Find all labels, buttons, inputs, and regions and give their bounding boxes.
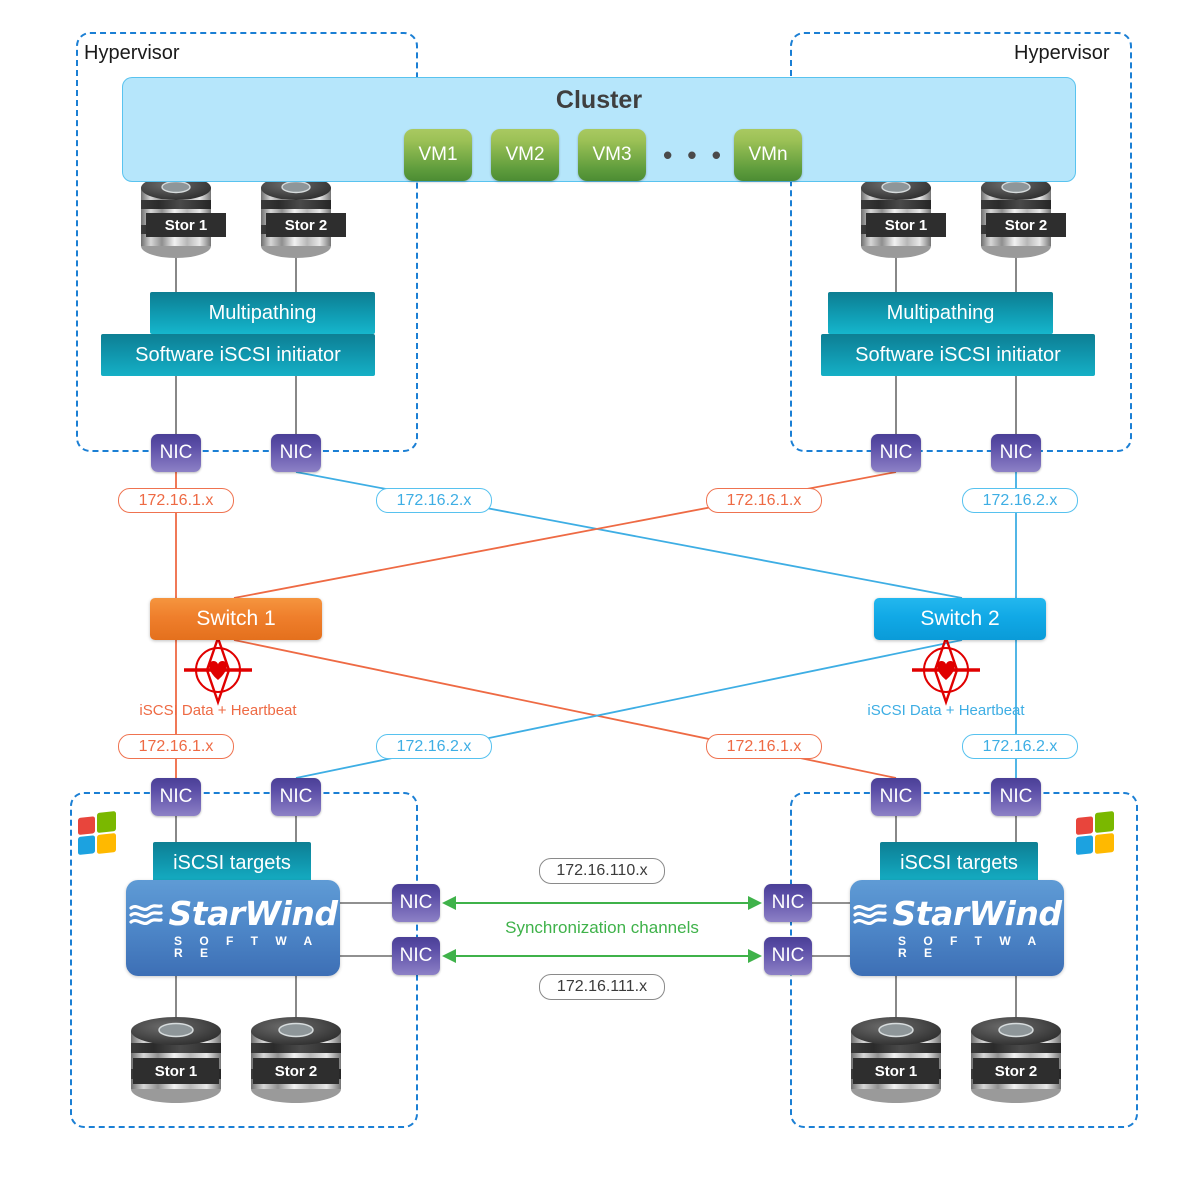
ip-label-lower-4: 172.16.2.x [962,734,1078,759]
ip-label-lower-3: 172.16.1.x [706,734,822,759]
storage-caption-sn-left-2: Stor 2 [253,1058,339,1084]
nic-sync-left-1[interactable]: NIC [392,884,440,922]
starwind-logo: StarWind S O F T W A R E [850,897,1064,959]
ip-label-lower-1: 172.16.1.x [118,734,234,759]
heartbeat-icon-left [184,634,252,706]
storage-caption-hv-right-1: Stor 1 [866,213,946,237]
multipathing-bar-left: Multipathing [150,292,375,334]
heartbeat-icon-right [912,634,980,706]
storage-label: Stor 2 [284,216,328,234]
ip-label-sync-top: 172.16.110.x [539,858,665,884]
vm-tile-3[interactable]: VM3 [578,129,646,181]
starwind-wordmark: StarWind [168,894,338,933]
storage-caption-hv-left-2: Stor 2 [266,213,346,237]
vm-ellipsis: • • • [663,139,725,170]
nic-sync-right-1[interactable]: NIC [764,884,812,922]
heartbeat-label-right: iSCSI Data + Heartbeat [867,702,1025,719]
nic-storage-right-2[interactable]: NIC [991,778,1041,816]
sync-channels-label: Synchronization channels [505,918,699,937]
starwind-subtitle: S O F T W A R E [174,934,319,960]
vm-tile-n[interactable]: VMn [734,129,802,181]
storage-label: Stor 2 [1004,216,1048,234]
storage-label: Stor 2 [274,1062,318,1080]
heartbeat-label-left: iSCSI Data + Heartbeat [139,702,297,719]
switch-2[interactable]: Switch 2 [874,598,1046,640]
ip-label-lower-2: 172.16.2.x [376,734,492,759]
storage-caption-hv-right-2: Stor 2 [986,213,1066,237]
iscsi-initiator-bar-right: Software iSCSI initiator [821,334,1095,376]
storage-label: Stor 1 [884,216,928,234]
starwind-logo: StarWind S O F T W A R E [126,897,340,959]
switch-1[interactable]: Switch 1 [150,598,322,640]
nic-storage-left-1[interactable]: NIC [151,778,201,816]
storage-caption-sn-right-2: Stor 2 [973,1058,1059,1084]
iscsi-targets-bar-right: iSCSI targets [880,842,1038,884]
iscsi-targets-bar-left: iSCSI targets [153,842,311,884]
multipathing-bar-right: Multipathing [828,292,1053,334]
diagram-canvas: Hypervisor Hypervisor Cluster VM1 VM2 VM… [0,0,1196,1197]
vm-tile-1[interactable]: VM1 [404,129,472,181]
storage-label: Stor 2 [994,1062,1038,1080]
starwind-wordmark: StarWind [892,894,1062,933]
iscsi-initiator-bar-left: Software iSCSI initiator [101,334,375,376]
ip-label-upper-2: 172.16.2.x [376,488,492,513]
nic-sync-left-2[interactable]: NIC [392,937,440,975]
nic-sync-right-2[interactable]: NIC [764,937,812,975]
starwind-box-right: StarWind S O F T W A R E [850,880,1064,976]
storage-label: Stor 1 [874,1062,918,1080]
nic-hv-right-2[interactable]: NIC [991,434,1041,472]
storage-caption-hv-left-1: Stor 1 [146,213,226,237]
storage-label: Stor 1 [164,216,208,234]
hypervisor-label-right: Hypervisor [1014,42,1110,64]
ip-label-sync-bottom: 172.16.111.x [539,974,665,1000]
storage-caption-sn-right-1: Stor 1 [853,1058,939,1084]
nic-storage-left-2[interactable]: NIC [271,778,321,816]
hypervisor-label-left: Hypervisor [84,42,180,64]
nic-hv-right-1[interactable]: NIC [871,434,921,472]
nic-storage-right-1[interactable]: NIC [871,778,921,816]
nic-hv-left-1[interactable]: NIC [151,434,201,472]
ip-label-upper-4: 172.16.2.x [962,488,1078,513]
storage-caption-sn-left-1: Stor 1 [133,1058,219,1084]
nic-hv-left-2[interactable]: NIC [271,434,321,472]
starwind-box-left: StarWind S O F T W A R E [126,880,340,976]
storage-label: Stor 1 [154,1062,198,1080]
vm-tile-2[interactable]: VM2 [491,129,559,181]
cluster-title: Cluster [555,86,643,114]
starwind-waves-icon [128,903,163,925]
starwind-waves-icon [852,903,887,925]
ip-label-upper-3: 172.16.1.x [706,488,822,513]
starwind-subtitle: S O F T W A R E [898,934,1043,960]
ip-label-upper-1: 172.16.1.x [118,488,234,513]
